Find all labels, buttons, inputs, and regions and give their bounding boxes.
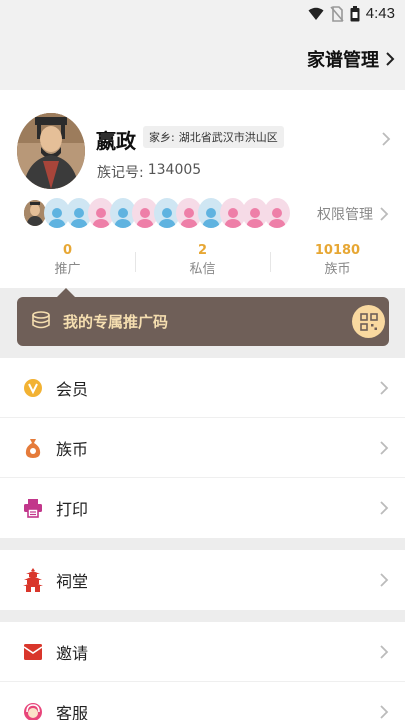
- menu-group-account: 会员 族币 打印: [0, 358, 405, 538]
- stat-value: 2: [197, 243, 208, 258]
- permission-management-button[interactable]: 权限管理: [317, 204, 389, 224]
- hometown-label: 家乡:: [149, 131, 175, 144]
- chevron-right-icon: [380, 644, 389, 659]
- vip-icon: [22, 377, 44, 399]
- coins-icon: [32, 311, 50, 329]
- top-bar: 家谱管理: [0, 30, 405, 90]
- menu-item-label: 客服: [56, 704, 89, 720]
- stat-value: 10180: [314, 243, 361, 258]
- clan-id-value: 134005: [147, 162, 202, 178]
- qr-code-icon: [359, 312, 378, 331]
- menu-item-invite[interactable]: 邀请: [0, 622, 405, 682]
- family-tree-management-button[interactable]: 家谱管理: [307, 46, 395, 72]
- menu-item-customer-service[interactable]: 客服: [0, 682, 405, 720]
- chevron-right-icon: [380, 573, 389, 587]
- money-bag-icon: [22, 437, 44, 459]
- status-time: 4:43: [365, 5, 395, 22]
- profile-chevron-icon[interactable]: [381, 132, 391, 146]
- chevron-right-icon: [380, 705, 389, 719]
- promo-pointer: [57, 288, 75, 297]
- menu-item-label: 祠堂: [56, 572, 89, 591]
- hometown-tag: 家乡: 湖北省武汉市洪山区: [143, 126, 284, 148]
- qr-code-button[interactable]: [352, 305, 385, 338]
- menu-item-clan-coins[interactable]: 族币: [0, 418, 405, 478]
- status-bar: 4:43: [0, 0, 405, 30]
- chevron-right-icon: [380, 440, 389, 455]
- menu-group-ancestral-hall: 祠堂: [0, 550, 405, 610]
- stat-promotion[interactable]: 0 推广: [0, 242, 135, 288]
- promo-code-bar[interactable]: 我的专属推广码: [17, 297, 389, 346]
- battery-icon: [350, 5, 360, 21]
- user-name: 嬴政: [96, 129, 136, 153]
- stat-clan-coins[interactable]: 10180 族币: [270, 242, 405, 288]
- avatar[interactable]: [17, 113, 85, 189]
- menu-item-label: 族币: [56, 439, 89, 459]
- family-tree-management-label: 家谱管理: [307, 50, 379, 71]
- menu-item-label: 打印: [56, 500, 89, 519]
- stat-messages[interactable]: 2 私信: [135, 242, 270, 288]
- promo-section: 我的专属推广码: [0, 288, 405, 358]
- menu-item-print[interactable]: 打印: [0, 478, 405, 538]
- chevron-right-icon: [380, 207, 389, 221]
- menu-item-label: 邀请: [56, 643, 89, 663]
- permission-management-label: 权限管理: [317, 207, 373, 223]
- menu-item-membership[interactable]: 会员: [0, 358, 405, 418]
- wifi-icon: [308, 7, 324, 20]
- clan-id: 族记号: 134005: [97, 162, 201, 182]
- chevron-right-icon: [380, 380, 389, 395]
- stat-value: 0: [62, 243, 73, 258]
- profile-card: 嬴政 家乡: 湖北省武汉市洪山区 族记号: 134005 权限管理 0 推广 2…: [0, 90, 405, 288]
- pagoda-icon: [22, 568, 44, 592]
- stats-bar: 0 推广 2 私信 10180 族币: [0, 242, 405, 288]
- member-avatar-list[interactable]: [22, 198, 290, 230]
- clan-id-label: 族记号:: [97, 165, 144, 181]
- printer-icon: [22, 497, 44, 519]
- stat-label: 私信: [189, 262, 216, 277]
- envelope-icon: [22, 641, 44, 663]
- menu-item-label: 会员: [56, 379, 89, 399]
- menu-group-service: 邀请 客服: [0, 622, 405, 720]
- menu-item-ancestral-hall[interactable]: 祠堂: [0, 550, 405, 610]
- customer-service-icon: [22, 701, 44, 720]
- promo-code-label: 我的专属推广码: [63, 313, 169, 331]
- stat-label: 族币: [324, 262, 351, 277]
- chevron-right-icon: [386, 52, 395, 66]
- female-member-icon: [264, 198, 290, 228]
- chevron-right-icon: [380, 501, 389, 515]
- status-icons: 4:43: [308, 5, 395, 22]
- no-sim-icon: [330, 5, 344, 22]
- hometown-value: 湖北省武汉市洪山区: [178, 131, 278, 144]
- stat-label: 推广: [54, 262, 81, 277]
